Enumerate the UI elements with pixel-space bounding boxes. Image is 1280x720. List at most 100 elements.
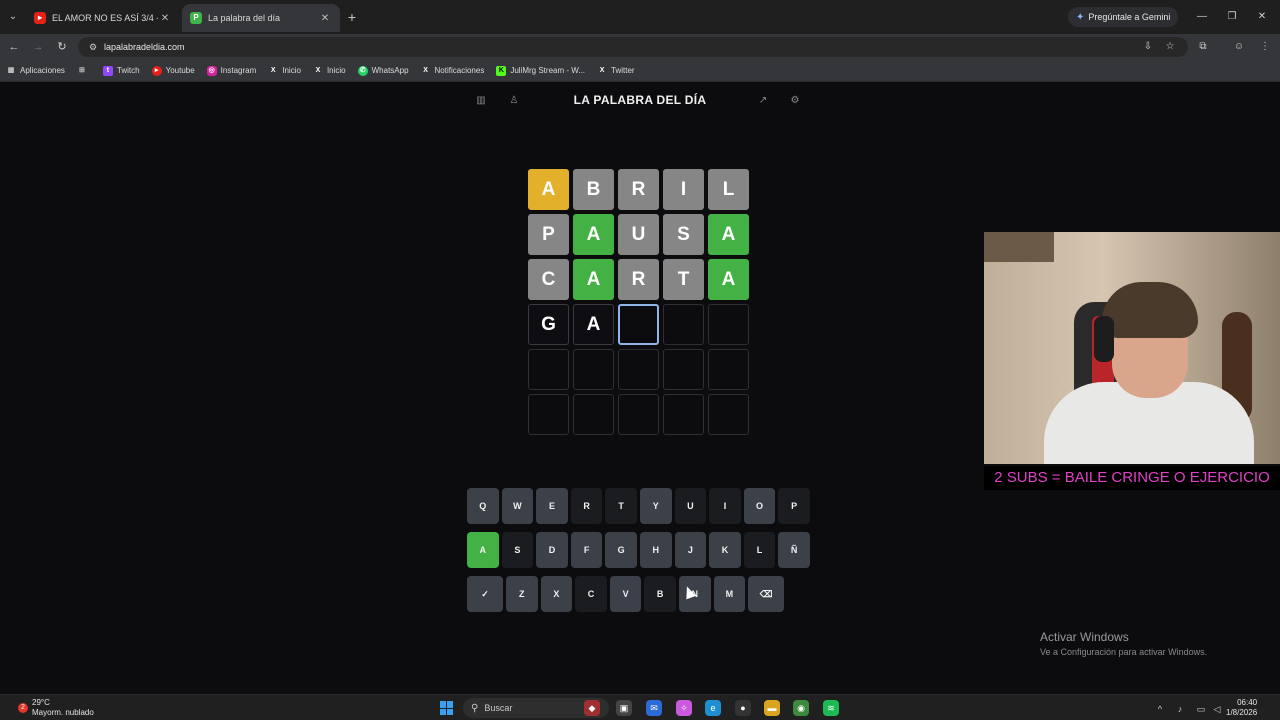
tab-search-icon[interactable]: ⌄ xyxy=(4,8,22,26)
bookmark-twitter[interactable]: X Twitter xyxy=(597,66,635,76)
youtube-icon: ▸ xyxy=(34,12,46,24)
key-b[interactable]: B xyxy=(644,576,676,612)
bookmark-twitch[interactable]: t Twitch xyxy=(102,65,140,76)
tab-palabra[interactable]: P La palabra del día ✕ xyxy=(182,4,340,32)
reload-button[interactable]: ↻ xyxy=(53,38,71,56)
bookmark-notificaciones[interactable]: X Notificaciones xyxy=(421,66,485,76)
key-s[interactable]: S xyxy=(501,532,534,568)
key-j[interactable]: J xyxy=(674,532,707,568)
close-window-button[interactable]: ✕ xyxy=(1254,9,1270,25)
stream-caption: 2 SUBS = BAILE CRINGE O EJERCICIO xyxy=(984,466,1280,490)
new-tab-button[interactable]: + xyxy=(344,9,360,25)
bookmark-label: Notificaciones xyxy=(434,66,485,75)
microphone-icon[interactable]: ♪ xyxy=(1174,703,1186,715)
key-g[interactable]: G xyxy=(605,532,637,568)
stats-icon[interactable]: ↗ xyxy=(756,94,770,108)
key-x[interactable]: X xyxy=(540,576,573,612)
board-row: ABRIL xyxy=(528,169,750,210)
clock-date: 1/8/2026 xyxy=(1226,708,1258,717)
key-c[interactable]: C xyxy=(575,576,607,612)
webcam-person-hair xyxy=(1102,282,1198,338)
key-i[interactable]: I xyxy=(709,488,741,524)
tab-youtube[interactable]: ▸ EL AMOR NO ES ASÍ 3/4 - YouTube ✕ xyxy=(26,4,180,32)
board-tile: B xyxy=(573,169,614,210)
game-header: ▥ ♙ LA PALABRA DEL DÍA ↗ ⚙ xyxy=(470,91,810,111)
board-tile: U xyxy=(618,214,659,255)
address-bar[interactable]: ⚙ lapalabradeldia.com xyxy=(78,37,1188,57)
key-h[interactable]: H xyxy=(639,532,672,568)
forward-button[interactable]: → xyxy=(29,38,47,56)
gemini-button[interactable]: ✦ Pregúntale a Gemini xyxy=(1068,7,1179,27)
key-u[interactable]: U xyxy=(674,488,707,524)
key-v[interactable]: V xyxy=(609,576,642,612)
back-button[interactable]: ← xyxy=(5,38,23,56)
weather-temp: 29°C xyxy=(32,698,50,707)
bookmark-kick[interactable]: K JuliMrg Stream - W... xyxy=(496,65,585,76)
key-q[interactable]: Q xyxy=(467,488,499,524)
search-placeholder: Buscar xyxy=(484,703,513,713)
weather-widget[interactable]: 2 29°C Mayorm. nublado xyxy=(18,698,94,718)
copilot-icon[interactable]: ✧ xyxy=(676,700,692,716)
bookmark-instagram[interactable]: ◎ Instagram xyxy=(206,65,256,76)
bookmark-x-inicio-2[interactable]: X Inicio xyxy=(313,66,346,76)
edge-icon[interactable]: e xyxy=(705,700,721,716)
key-p[interactable]: P xyxy=(778,488,810,524)
install-app-icon[interactable]: ⇩ xyxy=(1139,38,1157,56)
site-info-icon[interactable]: ⚙ xyxy=(86,42,100,53)
close-icon[interactable]: ✕ xyxy=(318,13,332,24)
board-tile: A xyxy=(573,304,614,345)
key-a[interactable]: A xyxy=(467,532,499,568)
maximize-button[interactable]: ❐ xyxy=(1224,9,1240,25)
board-tile xyxy=(708,394,749,435)
volume-icon[interactable]: ◁ xyxy=(1211,703,1223,715)
network-icon[interactable]: ▭ xyxy=(1195,703,1207,715)
bookmark-x-inicio-1[interactable]: X Inicio xyxy=(268,66,301,76)
x-icon: X xyxy=(599,66,605,74)
board-tile: T xyxy=(663,259,704,300)
bookmark-whatsapp[interactable]: ✆ WhatsApp xyxy=(357,65,409,76)
key-k[interactable]: K xyxy=(709,532,741,568)
start-button[interactable] xyxy=(440,701,454,715)
enter-key[interactable]: ✓ xyxy=(467,576,503,612)
outlook-icon[interactable]: ✉ xyxy=(646,700,662,716)
tray-expand-icon[interactable]: ^ xyxy=(1154,703,1166,715)
extensions-icon[interactable]: ⧉ xyxy=(1194,38,1212,56)
key-w[interactable]: W xyxy=(501,488,534,524)
bookmark-apps[interactable]: ▦ Aplicaciones xyxy=(6,66,65,76)
clock[interactable]: 06:40 1/8/2026 xyxy=(1226,698,1257,718)
key-t[interactable]: T xyxy=(605,488,637,524)
profile-avatar-icon[interactable]: ☺ xyxy=(1230,38,1248,56)
key-m[interactable]: M xyxy=(713,576,746,612)
board-tile: G xyxy=(528,304,569,345)
x-icon: X xyxy=(270,66,276,74)
spotify-icon[interactable]: ≋ xyxy=(823,700,839,716)
key-z[interactable]: Z xyxy=(506,576,538,612)
board-tile xyxy=(708,304,749,345)
bookmarks-bar: ▦ Aplicaciones ⊞ t Twitch ▸ Youtube ◎ Instag… xyxy=(0,60,1280,82)
bookmark-star-icon[interactable]: ☆ xyxy=(1161,38,1179,56)
key-ñ[interactable]: Ñ xyxy=(778,532,810,568)
key-e[interactable]: E xyxy=(536,488,568,524)
bookmark-label: Youtube xyxy=(165,66,195,75)
close-icon[interactable]: ✕ xyxy=(158,13,172,24)
minimize-button[interactable]: — xyxy=(1194,9,1210,25)
bookmark-youtube[interactable]: ▸ Youtube xyxy=(151,65,195,76)
settings-icon[interactable]: ⚙ xyxy=(788,94,802,108)
key-y[interactable]: Y xyxy=(639,488,672,524)
instagram-icon: ◎ xyxy=(206,65,217,76)
task-view-icon[interactable]: ▣ xyxy=(616,700,632,716)
github-icon[interactable]: ● xyxy=(735,700,751,716)
backspace-key[interactable]: ⌫ xyxy=(748,576,785,612)
key-f[interactable]: F xyxy=(570,532,603,568)
key-o[interactable]: O xyxy=(743,488,776,524)
key-r[interactable]: R xyxy=(570,488,603,524)
bookmark-grid[interactable]: ⊞ xyxy=(77,66,91,76)
key-l[interactable]: L xyxy=(743,532,776,568)
file-explorer-icon[interactable]: ▬ xyxy=(764,700,780,716)
menu-kebab-icon[interactable]: ⋮ xyxy=(1256,38,1274,56)
board-tile: A xyxy=(573,214,614,255)
weather-badge: 2 xyxy=(18,703,28,713)
chrome-icon[interactable]: ◉ xyxy=(793,700,809,716)
key-d[interactable]: D xyxy=(536,532,568,568)
search-highlight-icon[interactable]: ◆ xyxy=(584,700,600,716)
